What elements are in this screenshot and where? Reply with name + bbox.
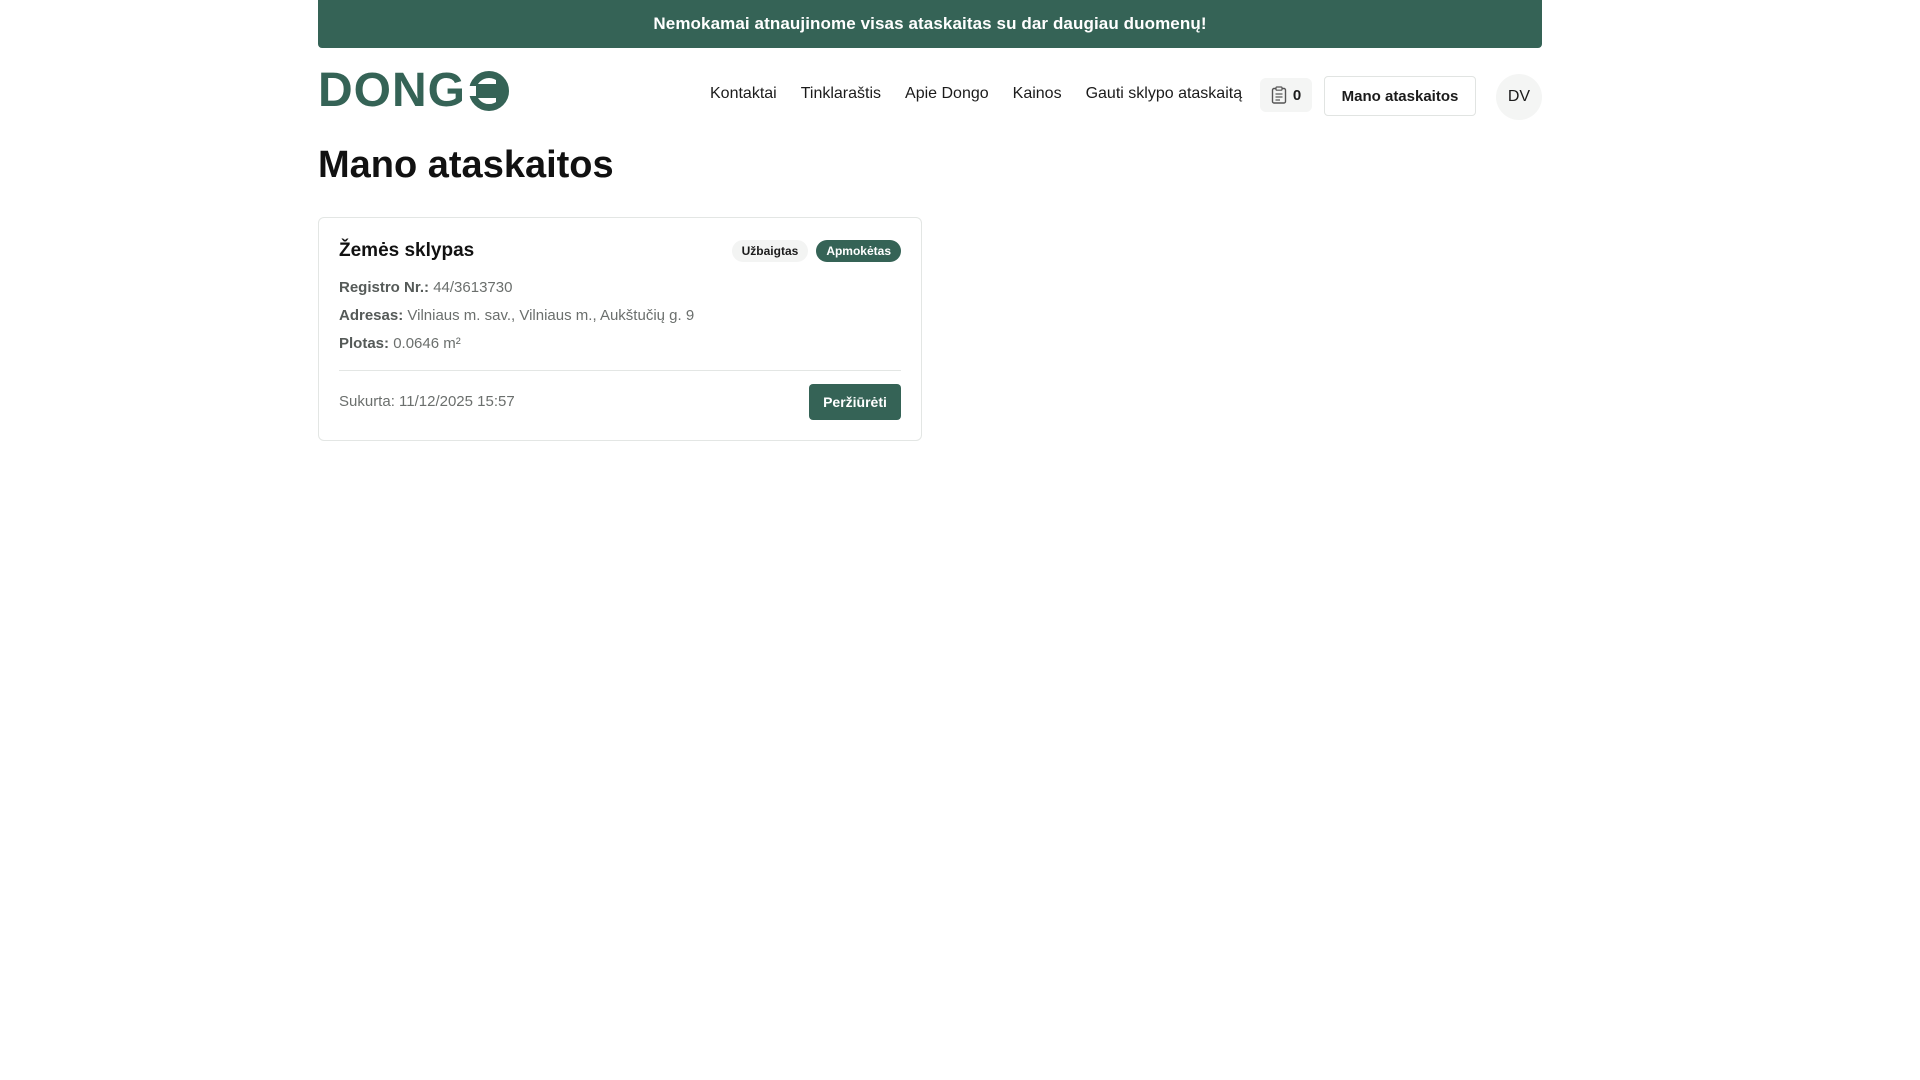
status-badges: Užbaigtas Apmokėtas: [731, 240, 901, 262]
registry-row: Registro Nr.: 44/3613730: [339, 278, 512, 298]
nav-link-contacts[interactable]: Kontaktai: [698, 84, 789, 104]
site-header: DONG Kontaktai Tinklaraštis Apie Dongo K…: [318, 48, 1542, 144]
area-label: Plotas:: [339, 335, 390, 352]
nav-link-pricing[interactable]: Kainos: [1001, 84, 1074, 104]
status-badge-completed: Užbaigtas: [731, 240, 809, 262]
report-card: Žemės sklypas Užbaigtas Apmokėtas Regist…: [318, 217, 922, 441]
view-report-button[interactable]: Peržiūrėti: [809, 384, 901, 420]
nav-link-about[interactable]: Apie Dongo: [893, 84, 1001, 104]
report-title: Žemės sklypas: [339, 240, 475, 261]
arrow-circle-icon: [468, 71, 509, 111]
registry-value: 44/3613730: [433, 279, 513, 296]
nav-link-get-report[interactable]: Gauti sklypo ataskaitą: [1074, 84, 1255, 104]
avatar-initials: DV: [1507, 88, 1531, 105]
address-value: Vilniaus m. sav., Vilniaus m., Aukštučių…: [407, 307, 695, 324]
address-label: Adresas:: [339, 307, 404, 324]
dongo-logo[interactable]: DONG: [318, 64, 510, 117]
cart-count: 0: [1292, 86, 1302, 104]
announcement-banner: Nemokamai atnaujinome visas ataskaitas s…: [318, 0, 1542, 48]
cart-button[interactable]: 0: [1260, 78, 1312, 112]
registry-label: Registro Nr.:: [339, 279, 430, 296]
user-avatar[interactable]: DV: [1496, 74, 1542, 120]
address-row: Adresas: Vilniaus m. sav., Vilniaus m., …: [339, 306, 694, 326]
announcement-text: Nemokamai atnaujinome visas ataskaitas s…: [653, 14, 1207, 33]
page-title: Mano ataskaitos: [318, 144, 614, 186]
clipboard-icon: [1271, 86, 1287, 104]
area-row: Plotas: 0.0646 m²: [339, 334, 461, 354]
created-date: Sukurta: 11/12/2025 15:57: [339, 393, 515, 410]
my-reports-button[interactable]: Mano ataskaitos: [1324, 76, 1476, 116]
card-divider: [339, 370, 901, 371]
main-nav: Kontaktai Tinklaraštis Apie Dongo Kainos…: [698, 84, 1254, 104]
status-badge-paid: Apmokėtas: [816, 240, 901, 262]
area-value: 0.0646 m²: [393, 335, 461, 352]
logo-text: DONG: [318, 64, 466, 117]
nav-link-blog[interactable]: Tinklaraštis: [789, 84, 893, 104]
